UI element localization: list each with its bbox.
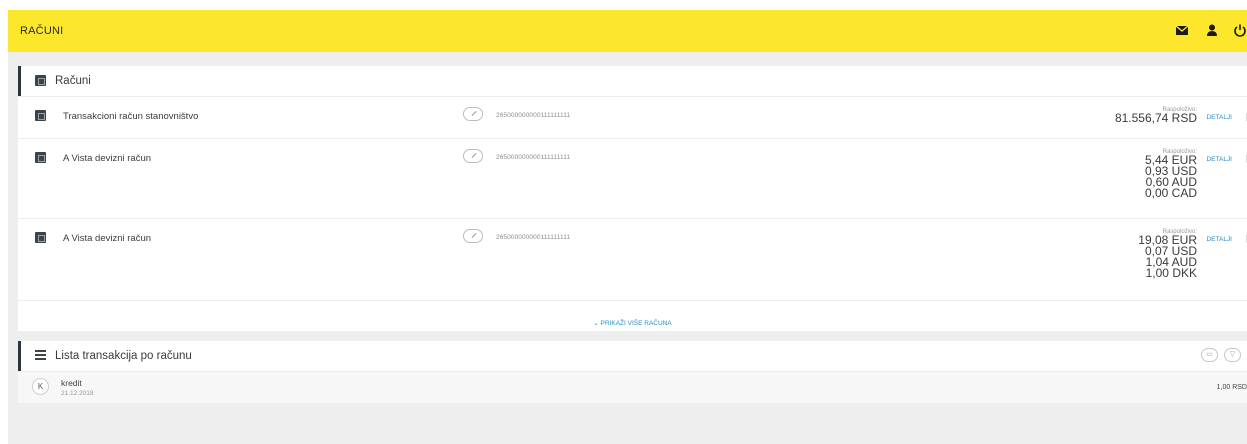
account-number: 265000000000111111111: [496, 234, 571, 241]
power-icon[interactable]: [1233, 23, 1247, 37]
account-name: A Vista devizni račun: [63, 233, 152, 244]
details-link[interactable]: DETALJI: [1206, 114, 1232, 121]
account-icon: [35, 232, 46, 243]
account-row[interactable]: Transakcioni račun stanovništvo 26500000…: [18, 96, 1247, 138]
account-name: A Vista devizni račun: [63, 153, 152, 164]
app-frame: RAČUNI Računi Transakcioni račun stanovn…: [8, 10, 1247, 444]
account-row[interactable]: A Vista devizni račun 265000000000111111…: [18, 138, 1247, 218]
edit-icon[interactable]: [463, 149, 483, 163]
account-icon: [35, 110, 46, 121]
account-row[interactable]: A Vista devizni račun 265000000000111111…: [18, 218, 1247, 300]
transaction-row[interactable]: K kredit 21.12.2018 1,00 RSD: [18, 371, 1247, 403]
account-number: 265000000000111111111: [496, 154, 571, 161]
page-title: RAČUNI: [20, 25, 64, 37]
print-icon[interactable]: ▭: [1201, 348, 1218, 362]
transaction-amount: 1,00 RSD: [1216, 384, 1247, 391]
details-link[interactable]: DETALJI: [1206, 236, 1232, 243]
available-balance: Raspoloživo: 5,44 EUR 0,93 USD 0,60 AUD …: [1145, 149, 1197, 199]
transactions-title: Lista transakcija po računu: [55, 350, 192, 362]
accounts-title: Računi: [55, 75, 91, 87]
accounts-card: Računi Transakcioni račun stanovništvo 2…: [18, 66, 1247, 331]
account-icon: [35, 75, 46, 86]
account-number: 265000000000111111111: [496, 112, 571, 119]
available-balance: Raspoloživo: 81.556,74 RSD: [1115, 107, 1197, 124]
edit-icon[interactable]: [463, 107, 483, 121]
balance-amount: 81.556,74 RSD: [1114, 111, 1197, 125]
mail-icon[interactable]: [1175, 23, 1189, 37]
available-balance: Raspoloživo: 19,08 EUR 0,07 USD 1,04 AUD…: [1138, 229, 1197, 279]
list-icon: [35, 350, 46, 360]
show-more: ⌄ PRIKAŽI VIŠE RAČUNA: [18, 300, 1247, 330]
transaction-type-badge: K: [32, 378, 49, 395]
transaction-type: kredit: [61, 378, 82, 388]
balance-amount: 0,00 CAD: [1144, 186, 1197, 200]
account-icon: [35, 152, 46, 163]
top-bar: RAČUNI: [8, 10, 1247, 52]
transaction-date: 21.12.2018: [61, 390, 94, 397]
details-link[interactable]: DETALJI: [1206, 156, 1232, 163]
account-name: Transakcioni račun stanovništvo: [63, 111, 199, 122]
accounts-card-header: Računi: [18, 66, 1247, 96]
show-more-link[interactable]: ⌄ PRIKAŽI VIŠE RAČUNA: [593, 320, 671, 327]
transactions-card-header: Lista transakcija po računu ▭ ▽: [18, 341, 1247, 371]
filter-icon[interactable]: ▽: [1224, 348, 1241, 362]
edit-icon[interactable]: [463, 229, 483, 243]
balance-amount: 1,00 DKK: [1145, 266, 1197, 280]
user-icon[interactable]: [1205, 23, 1219, 37]
transactions-card: Lista transakcija po računu ▭ ▽ K kredit…: [18, 341, 1247, 403]
